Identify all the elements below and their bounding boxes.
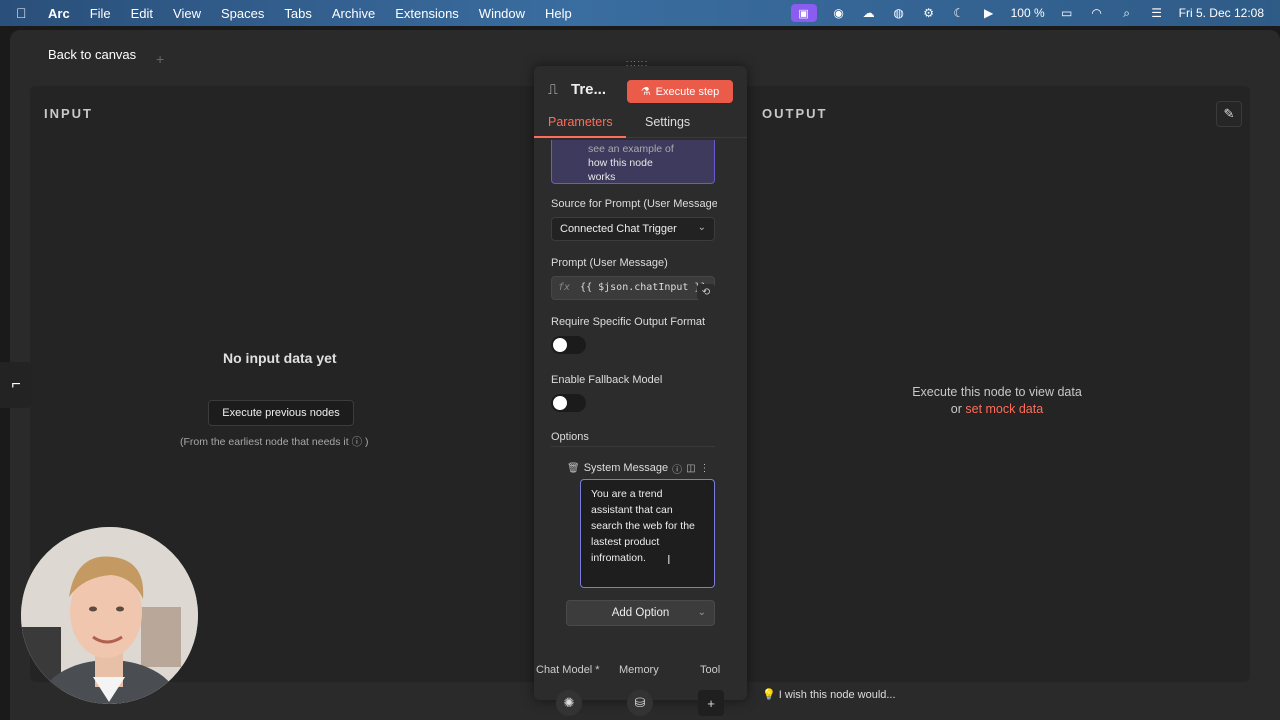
apple-icon[interactable]:  <box>16 5 36 21</box>
menu-bar:  Arc File Edit View Spaces Tabs Archive… <box>0 0 1280 26</box>
parameter-panel: ∷∷∷ ⎍ Tre... ⚗ Execute step Parameters S… <box>534 59 747 700</box>
moon-icon[interactable]: ☾ <box>951 6 967 20</box>
output-line: Execute this node to view data <box>912 385 1082 399</box>
drag-handle-icon[interactable]: ∷∷∷ <box>626 59 648 70</box>
prompt-label: Prompt (User Message) <box>551 257 668 269</box>
execute-step-button[interactable]: ⚗ Execute step <box>627 80 733 103</box>
set-mock-data-link[interactable]: set mock data <box>965 402 1043 416</box>
panel-tabs: Parameters Settings <box>534 114 747 138</box>
input-hint: (From the earliest node that needs it ⓘ … <box>180 436 369 448</box>
menu-file[interactable]: File <box>90 6 111 21</box>
back-to-canvas-button[interactable]: Back to canvas <box>48 47 136 62</box>
options-divider <box>551 446 715 447</box>
cloud-icon[interactable]: ☁ <box>861 6 877 20</box>
system-message-textarea[interactable]: You are a trend assistant that can searc… <box>580 479 715 588</box>
new-tab-button[interactable]: + <box>156 51 164 67</box>
node-title[interactable]: Tre... <box>571 81 606 98</box>
system-message-row: 🗑 System Message ⓘ ◫ ⋮ <box>567 461 717 476</box>
require-format-label: Require Specific Output Format <box>551 316 706 328</box>
execute-previous-nodes-button[interactable]: Execute previous nodes <box>208 400 354 426</box>
text-cursor-icon: I <box>667 552 671 567</box>
output-panel-title: OUTPUT <box>762 106 828 121</box>
wifi-icon[interactable]: ◠ <box>1089 6 1105 20</box>
screen-record-icon[interactable]: ▣ <box>790 4 817 22</box>
chevron-down-icon: ⌄ <box>697 222 706 233</box>
menu-extensions[interactable]: Extensions <box>395 6 459 21</box>
connector-chat-model: Chat Model * <box>536 664 600 676</box>
more-icon[interactable]: ⋮ <box>700 463 710 474</box>
datetime[interactable]: Fri 5. Dec 12:08 <box>1179 6 1264 20</box>
fallback-label: Enable Fallback Model <box>551 374 663 386</box>
execute-step-label: Execute step <box>655 85 720 98</box>
notice-line-1[interactable]: see an example of <box>588 142 714 156</box>
fallback-toggle[interactable] <box>551 394 586 412</box>
add-option-label: Add Option <box>611 607 670 619</box>
pencil-icon: ✎ <box>1223 106 1235 121</box>
output-or: or <box>950 402 966 416</box>
toggle-knob <box>553 396 567 410</box>
menu-spaces[interactable]: Spaces <box>221 6 264 21</box>
menu-help[interactable]: Help <box>545 6 572 21</box>
app-icon[interactable]: ◉ <box>831 6 847 20</box>
output-empty-message: Execute this node to view data or set mo… <box>890 384 1104 418</box>
menu-tabs[interactable]: Tabs <box>284 6 311 21</box>
webcam-overlay <box>21 527 198 704</box>
tab-settings[interactable]: Settings <box>645 115 690 129</box>
options-label: Options <box>551 431 589 443</box>
source-value: Connected Chat Trigger <box>560 223 677 235</box>
battery-icon[interactable]: ▭ <box>1059 6 1075 20</box>
system-message-label: System Message <box>583 462 669 474</box>
notice-line-2: how this node <box>588 157 653 169</box>
menu-archive[interactable]: Archive <box>332 6 375 21</box>
menu-edit[interactable]: Edit <box>131 6 153 21</box>
search-icon[interactable]: ⌕ <box>1119 6 1135 20</box>
chevron-down-icon: ⌄ <box>697 607 706 618</box>
side-handle[interactable]: ⌐ <box>0 362 32 408</box>
fx-icon: fx <box>558 282 571 293</box>
expand-icon[interactable]: ◫ <box>686 463 695 474</box>
flask-icon: ⚗ <box>640 86 651 98</box>
panel-toggle-icon: ⌐ <box>11 376 21 393</box>
active-tab-indicator <box>534 136 626 138</box>
notice-line-3: works <box>588 171 616 183</box>
menu-app[interactable]: Arc <box>48 6 70 21</box>
gear-icon[interactable]: ⚙ <box>921 6 937 20</box>
background-status-bar <box>20 700 1260 720</box>
robot-icon: ⎍ <box>548 81 558 97</box>
info-notice: see an example of how this node works <box>551 140 715 184</box>
source-select[interactable]: Connected Chat Trigger ⌄ <box>551 217 715 241</box>
toggle-knob <box>553 338 567 352</box>
system-message-value: You are a trend assistant that can searc… <box>591 488 695 564</box>
control-center-icon[interactable]: ☰ <box>1149 6 1165 20</box>
connector-memory: Memory <box>619 664 659 676</box>
globe-icon[interactable]: ◍ <box>891 6 907 20</box>
reset-icon[interactable]: ⟲ <box>697 284 715 300</box>
add-option-button[interactable]: Add Option ⌄ <box>566 600 715 626</box>
require-format-toggle[interactable] <box>551 336 586 354</box>
prompt-value: {{ $json.chatInput }} <box>580 282 707 293</box>
edit-output-button[interactable]: ✎ <box>1216 101 1242 127</box>
presenter-video <box>21 527 198 704</box>
menu-window[interactable]: Window <box>479 6 525 21</box>
output-mock-line: or set mock data <box>890 401 1104 418</box>
source-label: Source for Prompt (User Message) <box>551 198 717 210</box>
help-icon[interactable]: ⓘ <box>672 461 682 476</box>
battery-text: 100 % <box>1010 6 1045 20</box>
play-icon[interactable]: ▶ <box>981 6 997 20</box>
no-input-heading: No input data yet <box>223 350 337 366</box>
menu-view[interactable]: View <box>173 6 201 21</box>
trash-icon[interactable]: 🗑 <box>567 463 580 474</box>
tab-parameters[interactable]: Parameters <box>548 115 613 129</box>
connector-tool: Tool <box>700 664 721 676</box>
prompt-expression-input[interactable]: fx {{ $json.chatInput }} <box>551 276 715 300</box>
input-panel-title: INPUT <box>44 106 93 121</box>
